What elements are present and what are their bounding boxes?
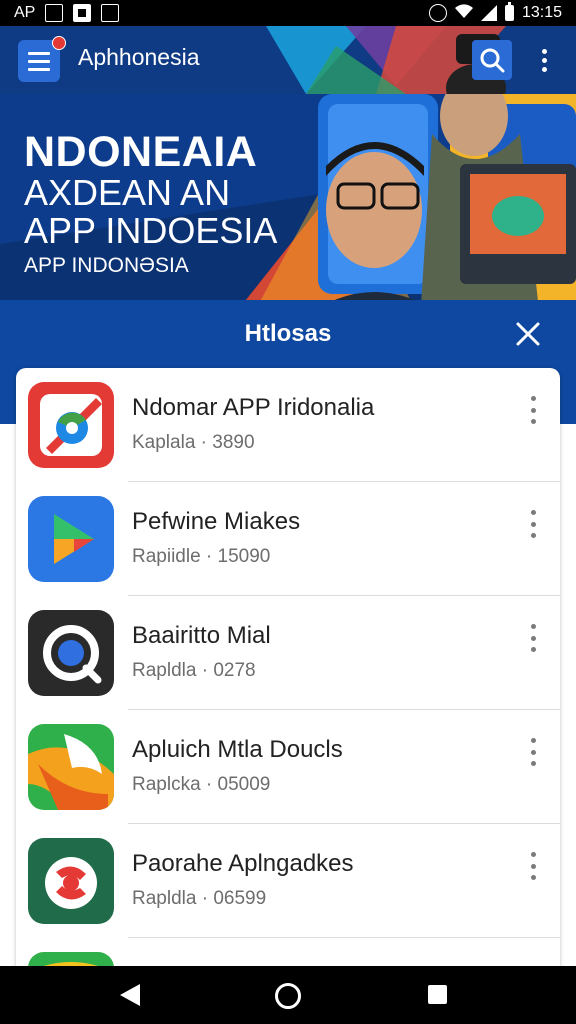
- signal-icon: [480, 5, 497, 21]
- more-vert-icon[interactable]: [524, 852, 542, 880]
- app-icon-red-white: [28, 838, 114, 924]
- app-meta: Rapldla · 06599: [132, 888, 267, 909]
- home-icon[interactable]: [275, 983, 301, 1009]
- status-bar: AP 13:15: [0, 0, 576, 26]
- more-vert-icon[interactable]: [524, 738, 542, 766]
- list-item[interactable]: Apluich Mtla Doucls Raplcka · 05009: [16, 710, 560, 824]
- image-notification-icon: [73, 4, 92, 22]
- alarm-icon: [428, 4, 447, 22]
- more-vert-icon[interactable]: [524, 396, 542, 424]
- hero-banner[interactable]: NDONEAIA AXDEAN AN APP INDOESIA APP INDO…: [0, 94, 576, 320]
- wifi-icon: [454, 3, 473, 24]
- app-name: Baairitto Mial: [132, 622, 271, 649]
- app-bar: Aphhonesia: [0, 26, 576, 94]
- app-meta: Rapiidle · 15090: [132, 546, 271, 567]
- app-icon-play: [28, 496, 114, 582]
- search-button[interactable]: [472, 40, 512, 80]
- banner-headline-3: APP INDOESIA: [24, 210, 278, 251]
- app-name: Apluich Mtla Doucls: [132, 736, 343, 763]
- section-title: Htlosas: [244, 320, 332, 347]
- app-meta: Rapldla · 0278: [132, 660, 256, 681]
- more-options-button[interactable]: [530, 40, 558, 80]
- app-icon-search: [28, 610, 114, 696]
- banner-headline-1: NDONEAIA: [24, 128, 258, 176]
- app-list-card: Ndomar APP Iridonalia Kaplala · 3890 Pef…: [16, 368, 560, 978]
- banner-headline-2: AXDEAN AN: [24, 172, 231, 213]
- notification-badge: [52, 36, 66, 50]
- app-name: Ndomar APP Iridonalia: [132, 394, 375, 421]
- list-item[interactable]: Pefwine Miakes Rapiidle · 15090: [16, 482, 560, 596]
- app-meta: Kaplala · 3890: [132, 432, 255, 453]
- banner-subtitle: APP INDONƏSIA: [24, 254, 189, 277]
- system-nav-bar: [0, 966, 576, 1024]
- qr-notification-icon: [101, 4, 120, 22]
- close-icon[interactable]: [510, 316, 546, 352]
- recents-icon[interactable]: [428, 985, 447, 1004]
- app-title: Aphhonesia: [78, 44, 200, 70]
- clock-text: 13:15: [521, 4, 562, 21]
- list-item[interactable]: Baairitto Mial Rapldla · 0278: [16, 596, 560, 710]
- battery-icon: [504, 2, 514, 21]
- notification-icon: [45, 4, 64, 22]
- app-name: Pefwine Miakes: [132, 508, 301, 535]
- appbar-decoration: [266, 26, 506, 94]
- carrier-text: AP: [14, 4, 36, 21]
- app-icon-green-orange: [28, 724, 114, 810]
- more-vert-icon[interactable]: [524, 624, 542, 652]
- search-icon: [480, 48, 505, 73]
- back-icon[interactable]: [120, 984, 140, 1006]
- app-meta: Raplcka · 05009: [132, 774, 271, 795]
- list-item[interactable]: Ndomar APP Iridonalia Kaplala · 3890: [16, 368, 560, 482]
- list-item[interactable]: Paorahe Aplngadkes Rapldla · 06599: [16, 824, 560, 938]
- app-icon-red: [28, 382, 114, 468]
- more-vert-icon[interactable]: [524, 510, 542, 538]
- app-name: Paorahe Aplngadkes: [132, 850, 354, 877]
